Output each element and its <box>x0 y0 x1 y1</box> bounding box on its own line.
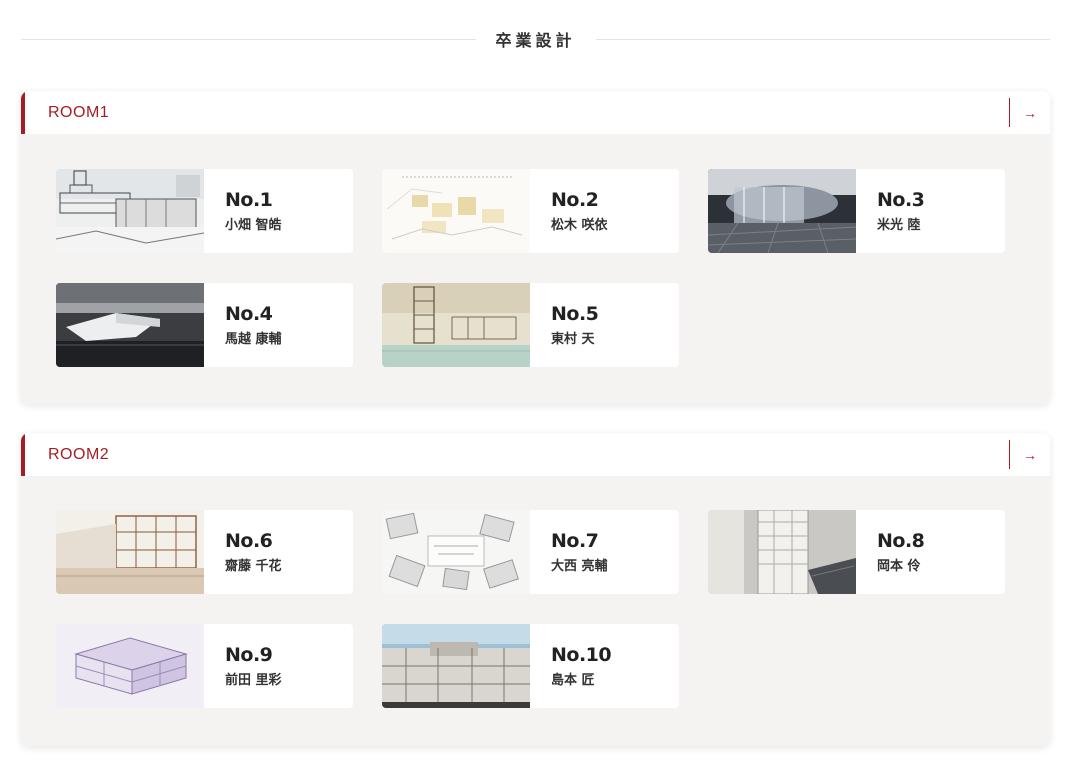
interior-render-thumbnail <box>708 169 856 253</box>
work-card[interactable]: No.1 小畑 智皓 <box>56 169 353 253</box>
work-number: No.2 <box>551 189 599 211</box>
author-name: 齋藤 千花 <box>225 559 282 574</box>
author-name: 松木 咲依 <box>551 218 608 233</box>
room-1-panel: ROOM1 → No.1 小畑 智皓 No.2 松木 咲依 No.3 米光 陸 … <box>21 91 1050 404</box>
page-heading: 卒業設計 <box>21 20 1051 58</box>
work-number: No.6 <box>225 530 273 552</box>
room-2-panel: ROOM2 → No.6 齋藤 千花 No.7 大西 亮輔 No.8 岡本 伶 … <box>21 433 1050 746</box>
timber-structure-thumbnail <box>56 510 204 594</box>
author-name: 島本 匠 <box>551 673 595 688</box>
author-name: 馬越 康輔 <box>225 332 282 347</box>
section-model-thumbnail <box>382 624 530 708</box>
work-number: No.10 <box>551 644 612 666</box>
axonometric-thumbnail <box>56 624 204 708</box>
arrow-right-icon[interactable]: → <box>1009 98 1050 127</box>
page-title: 卒業設計 <box>495 31 576 50</box>
work-number: No.1 <box>225 189 273 211</box>
collage-diagram-thumbnail <box>382 510 530 594</box>
work-card[interactable]: No.7 大西 亮輔 <box>382 510 679 594</box>
room-2-header[interactable]: ROOM2 → <box>21 433 1050 476</box>
tower-model-thumbnail <box>708 510 856 594</box>
work-number: No.4 <box>225 303 273 325</box>
work-number: No.9 <box>225 644 273 666</box>
room-1-header[interactable]: ROOM1 → <box>21 91 1050 134</box>
work-card[interactable]: No.8 岡本 伶 <box>708 510 1005 594</box>
work-number: No.7 <box>551 530 599 552</box>
work-card[interactable]: No.3 米光 陸 <box>708 169 1005 253</box>
work-card[interactable]: No.2 松木 咲依 <box>382 169 679 253</box>
work-card[interactable]: No.5 東村 天 <box>382 283 679 367</box>
work-card[interactable]: No.9 前田 里彩 <box>56 624 353 708</box>
work-number: No.8 <box>877 530 925 552</box>
room-title: ROOM1 <box>48 103 110 121</box>
work-card[interactable]: No.10 島本 匠 <box>382 624 679 708</box>
work-card[interactable]: No.6 齋藤 千花 <box>56 510 353 594</box>
heading-divider-left <box>21 38 476 40</box>
site-plan-thumbnail <box>382 169 530 253</box>
author-name: 大西 亮輔 <box>551 559 608 574</box>
work-number: No.5 <box>551 303 599 325</box>
work-number: No.3 <box>877 189 925 211</box>
author-name: 東村 天 <box>551 332 595 347</box>
waterfront-render-thumbnail <box>56 283 204 367</box>
architecture-sketch-thumbnail <box>56 169 204 253</box>
author-name: 岡本 伶 <box>877 559 921 574</box>
room-title: ROOM2 <box>48 445 110 463</box>
author-name: 米光 陸 <box>877 218 921 233</box>
work-card[interactable]: No.4 馬越 康輔 <box>56 283 353 367</box>
structure-perspective-thumbnail <box>382 283 530 367</box>
author-name: 前田 里彩 <box>225 673 282 688</box>
author-name: 小畑 智皓 <box>225 218 282 233</box>
arrow-right-icon[interactable]: → <box>1009 440 1050 469</box>
heading-divider-right <box>595 38 1051 40</box>
